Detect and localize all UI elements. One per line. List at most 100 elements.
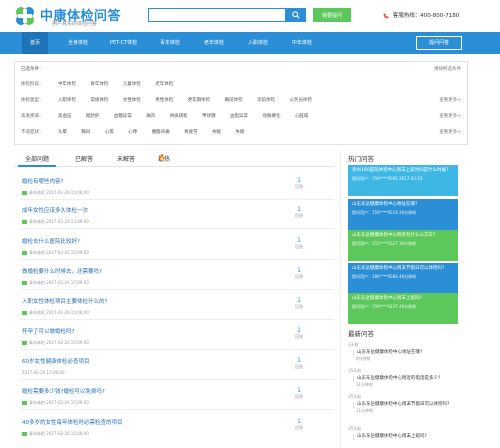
filter-option[interactable]: 婚前体检 [225, 98, 243, 103]
filter-option[interactable]: 血糖异常 [114, 114, 132, 119]
nav-elderly[interactable]: 老年体检 [204, 32, 224, 54]
latest-title: 山东东岳健康体检中心附近的电话是多少? [353, 376, 458, 382]
question-meta-text: 青年体检 2017-02-20 15:09:00 [29, 219, 89, 224]
answer-count-label: 回答 [295, 184, 303, 189]
filter-option[interactable]: 青年体检 [90, 82, 108, 87]
latest-sub: 11分钟前 [356, 382, 374, 387]
hot-questions-title: 热门问答 [348, 155, 374, 163]
filter-option[interactable]: 儿童体检 [123, 82, 141, 87]
filter-option[interactable]: 甲状腺 [202, 114, 216, 119]
filter-option[interactable]: 心慌 [105, 130, 114, 135]
ask-question-button[interactable]: 我要提问 [313, 8, 351, 22]
filter-option[interactable]: 更年期体检 [188, 98, 211, 103]
answer-count-number: 1 [297, 267, 301, 274]
filter-option[interactable]: 腰酸背痛 [152, 130, 170, 135]
question-title[interactable]: 成年女性应该多久体检一次 [22, 206, 332, 214]
question-title[interactable]: 婚检去什么医院比较好? [22, 237, 332, 245]
hot-card-meta: 提问用户：186****9584 40分钟前 [352, 274, 417, 279]
question-meta-text: 青年体检 2017-02-20 15:09:00 [29, 400, 89, 405]
answer-count-number: 1 [297, 418, 301, 425]
filter-option[interactable]: 动脉硬化 [263, 114, 281, 119]
filter-option[interactable]: 血脂异常 [230, 114, 248, 119]
filter-option[interactable]: 公务员体检 [290, 98, 313, 103]
hot-card-title: 山东东岳健康体检中心附近有什么公交车? [352, 233, 436, 238]
hot-card[interactable]: 山东东岳健康体检中心附近有什么公交车? 提问用户：155****1627 30分… [348, 230, 458, 261]
filter-option[interactable]: 头晕 [58, 130, 67, 135]
nav-ask-button[interactable]: 提问问答 [416, 36, 462, 50]
question-title[interactable]: 60岁女性健康体检必查项目 [22, 357, 332, 365]
search-icon [292, 11, 300, 19]
question-title[interactable]: 婚检需要多少钱?婚检可以免费吗? [22, 387, 332, 395]
filter-option[interactable]: 心脏病 [295, 114, 309, 119]
tag-icon [22, 281, 27, 285]
nav-home[interactable]: 首页 [22, 32, 49, 54]
search-input[interactable] [148, 8, 286, 22]
question-item[interactable]: 60岁女性健康体检必查项目 2017-02-20 15:09:00 [22, 357, 332, 375]
tag-icon [22, 432, 27, 436]
fire-icon: 🔥 [158, 154, 166, 161]
filter-option[interactable]: 老年体检 [155, 82, 173, 87]
question-title[interactable]: 做婚检要什么时候去，还需要吗? [22, 267, 332, 275]
filter-option[interactable]: 失眠 [236, 130, 245, 135]
question-title[interactable]: 怀孕了可以做婚检吗? [22, 327, 332, 335]
question-item[interactable]: 婚检去什么医院比较好? 青年体检 2017-02-20 15:09:00 [22, 237, 332, 256]
filter-option[interactable]: 易疲劳 [184, 130, 198, 135]
answer-count-label: 回答 [295, 304, 303, 309]
question-item[interactable]: 婚检有哪些内容? 青年体检 2017-02-20 15:09:00 [22, 177, 332, 196]
search-button[interactable] [286, 8, 306, 22]
question-item[interactable]: 成年女性应该多久体检一次 青年体检 2017-02-20 15:09:00 [22, 206, 332, 225]
latest-item[interactable]: 35天前 山东东岳健康体检中心周末上班吗? [348, 426, 458, 440]
hot-card[interactable]: 山东东岳健康体检中心地址在哪? 提问用户：159****9514 20分钟前 [348, 199, 458, 230]
latest-item[interactable]: 15天前 山东东岳健康体检中心附近的电话是多少? 11分钟前 [348, 368, 458, 388]
filter-label: 不适症状： [21, 130, 44, 135]
filter-option[interactable]: 高血压 [58, 114, 72, 119]
tab-divider [14, 166, 334, 167]
filter-option[interactable]: 男性体检 [155, 98, 173, 103]
nav-middle-age[interactable]: 中年体检 [292, 32, 312, 54]
answer-count-label: 回答 [295, 364, 303, 369]
filter-more-symptom[interactable]: 查看更多> [439, 128, 461, 138]
question-item[interactable]: 做婚检要什么时候去，还需要吗? 青年体检 2017-02-20 15:09:00 [22, 267, 332, 286]
question-title[interactable]: 婚检有哪些内容? [22, 177, 332, 185]
filter-option[interactable]: 心悸 [128, 130, 137, 135]
question-item[interactable]: 婚检需要多少钱?婚检可以免费吗? 青年体检 2017-02-20 15:09:0… [22, 387, 332, 406]
question-item[interactable]: 40多岁的女性每年体检时必需检查的项目 青年体检 2017-02-20 15:0… [22, 418, 332, 437]
filter-option[interactable]: 脂肪肝 [86, 114, 100, 119]
tag-icon [22, 220, 27, 224]
tab-all[interactable]: 全部问题 [25, 154, 49, 163]
filter-more-type[interactable]: 查看更多> [439, 96, 461, 106]
question-title[interactable]: 入职女性体检项目主要体检什么的? [22, 297, 332, 305]
question-title[interactable]: 40多岁的女性每年体检时必需检查的项目 [22, 418, 332, 426]
row-divider [20, 349, 334, 350]
row-divider [20, 289, 334, 290]
answer-count-label: 回答 [295, 394, 303, 399]
filter-option[interactable]: 失眠 [212, 130, 221, 135]
tab-answered[interactable]: 已解答 [75, 154, 93, 163]
hot-card[interactable]: 山东东岳健康体检中心周末上班吗? 提问用户：159****5437 40分钟前 [348, 293, 458, 324]
filter-option[interactable]: 女性体检 [123, 98, 141, 103]
question-item[interactable]: 怀孕了可以做婚检吗? 青年体检 2017-02-20 15:09:00 [22, 327, 332, 346]
tab-unanswered[interactable]: 未解答 [117, 154, 135, 163]
filter-option[interactable]: 胸闷 [81, 130, 90, 135]
filter-option[interactable]: 骨质疏松 [170, 114, 188, 119]
latest-item[interactable]: 3天前 山东东岳健康体检中心地址在哪? 9分钟前 [348, 342, 458, 362]
nav-pet-ct[interactable]: PET-CT体检 [110, 32, 137, 54]
filter-option[interactable]: 中年体检 [58, 82, 76, 87]
filter-more-disease[interactable]: 查看更多> [439, 112, 461, 122]
filter-option[interactable]: 孕前体检 [257, 98, 275, 103]
filter-option[interactable]: 常规体检 [90, 98, 108, 103]
tag-icon [22, 311, 27, 315]
answer-count: 1 回答 [291, 177, 307, 190]
question-meta: 青年体检 2017-02-20 15:09:00 [22, 340, 332, 346]
nav-full-body[interactable]: 全身体检 [68, 32, 88, 54]
hot-card[interactable]: 贵州180医院体检中心周末上班时间是什么时候? 提问用户：159****9500… [348, 165, 458, 196]
hot-card[interactable]: 山东东岳健康体检中心周末节假日可以体检吗? 提问用户：186****9584 4… [348, 263, 458, 294]
filter-option[interactable]: 入职体检 [58, 98, 76, 103]
question-item[interactable]: 入职女性体检项目主要体检什么的? 青年体检 2017-02-20 15:09:0… [22, 297, 332, 316]
nav-youth[interactable]: 青年体检 [160, 32, 180, 54]
nav-onboarding[interactable]: 入职体检 [248, 32, 268, 54]
filter-option[interactable]: 痛风 [146, 114, 155, 119]
clear-filters-link[interactable]: 清除所选条件 [434, 65, 461, 75]
answer-count-label: 回答 [295, 213, 303, 218]
latest-item[interactable]: 35天前 山东东岳健康体检中心周末节假日可以体检吗? 11分钟前 [348, 394, 458, 414]
